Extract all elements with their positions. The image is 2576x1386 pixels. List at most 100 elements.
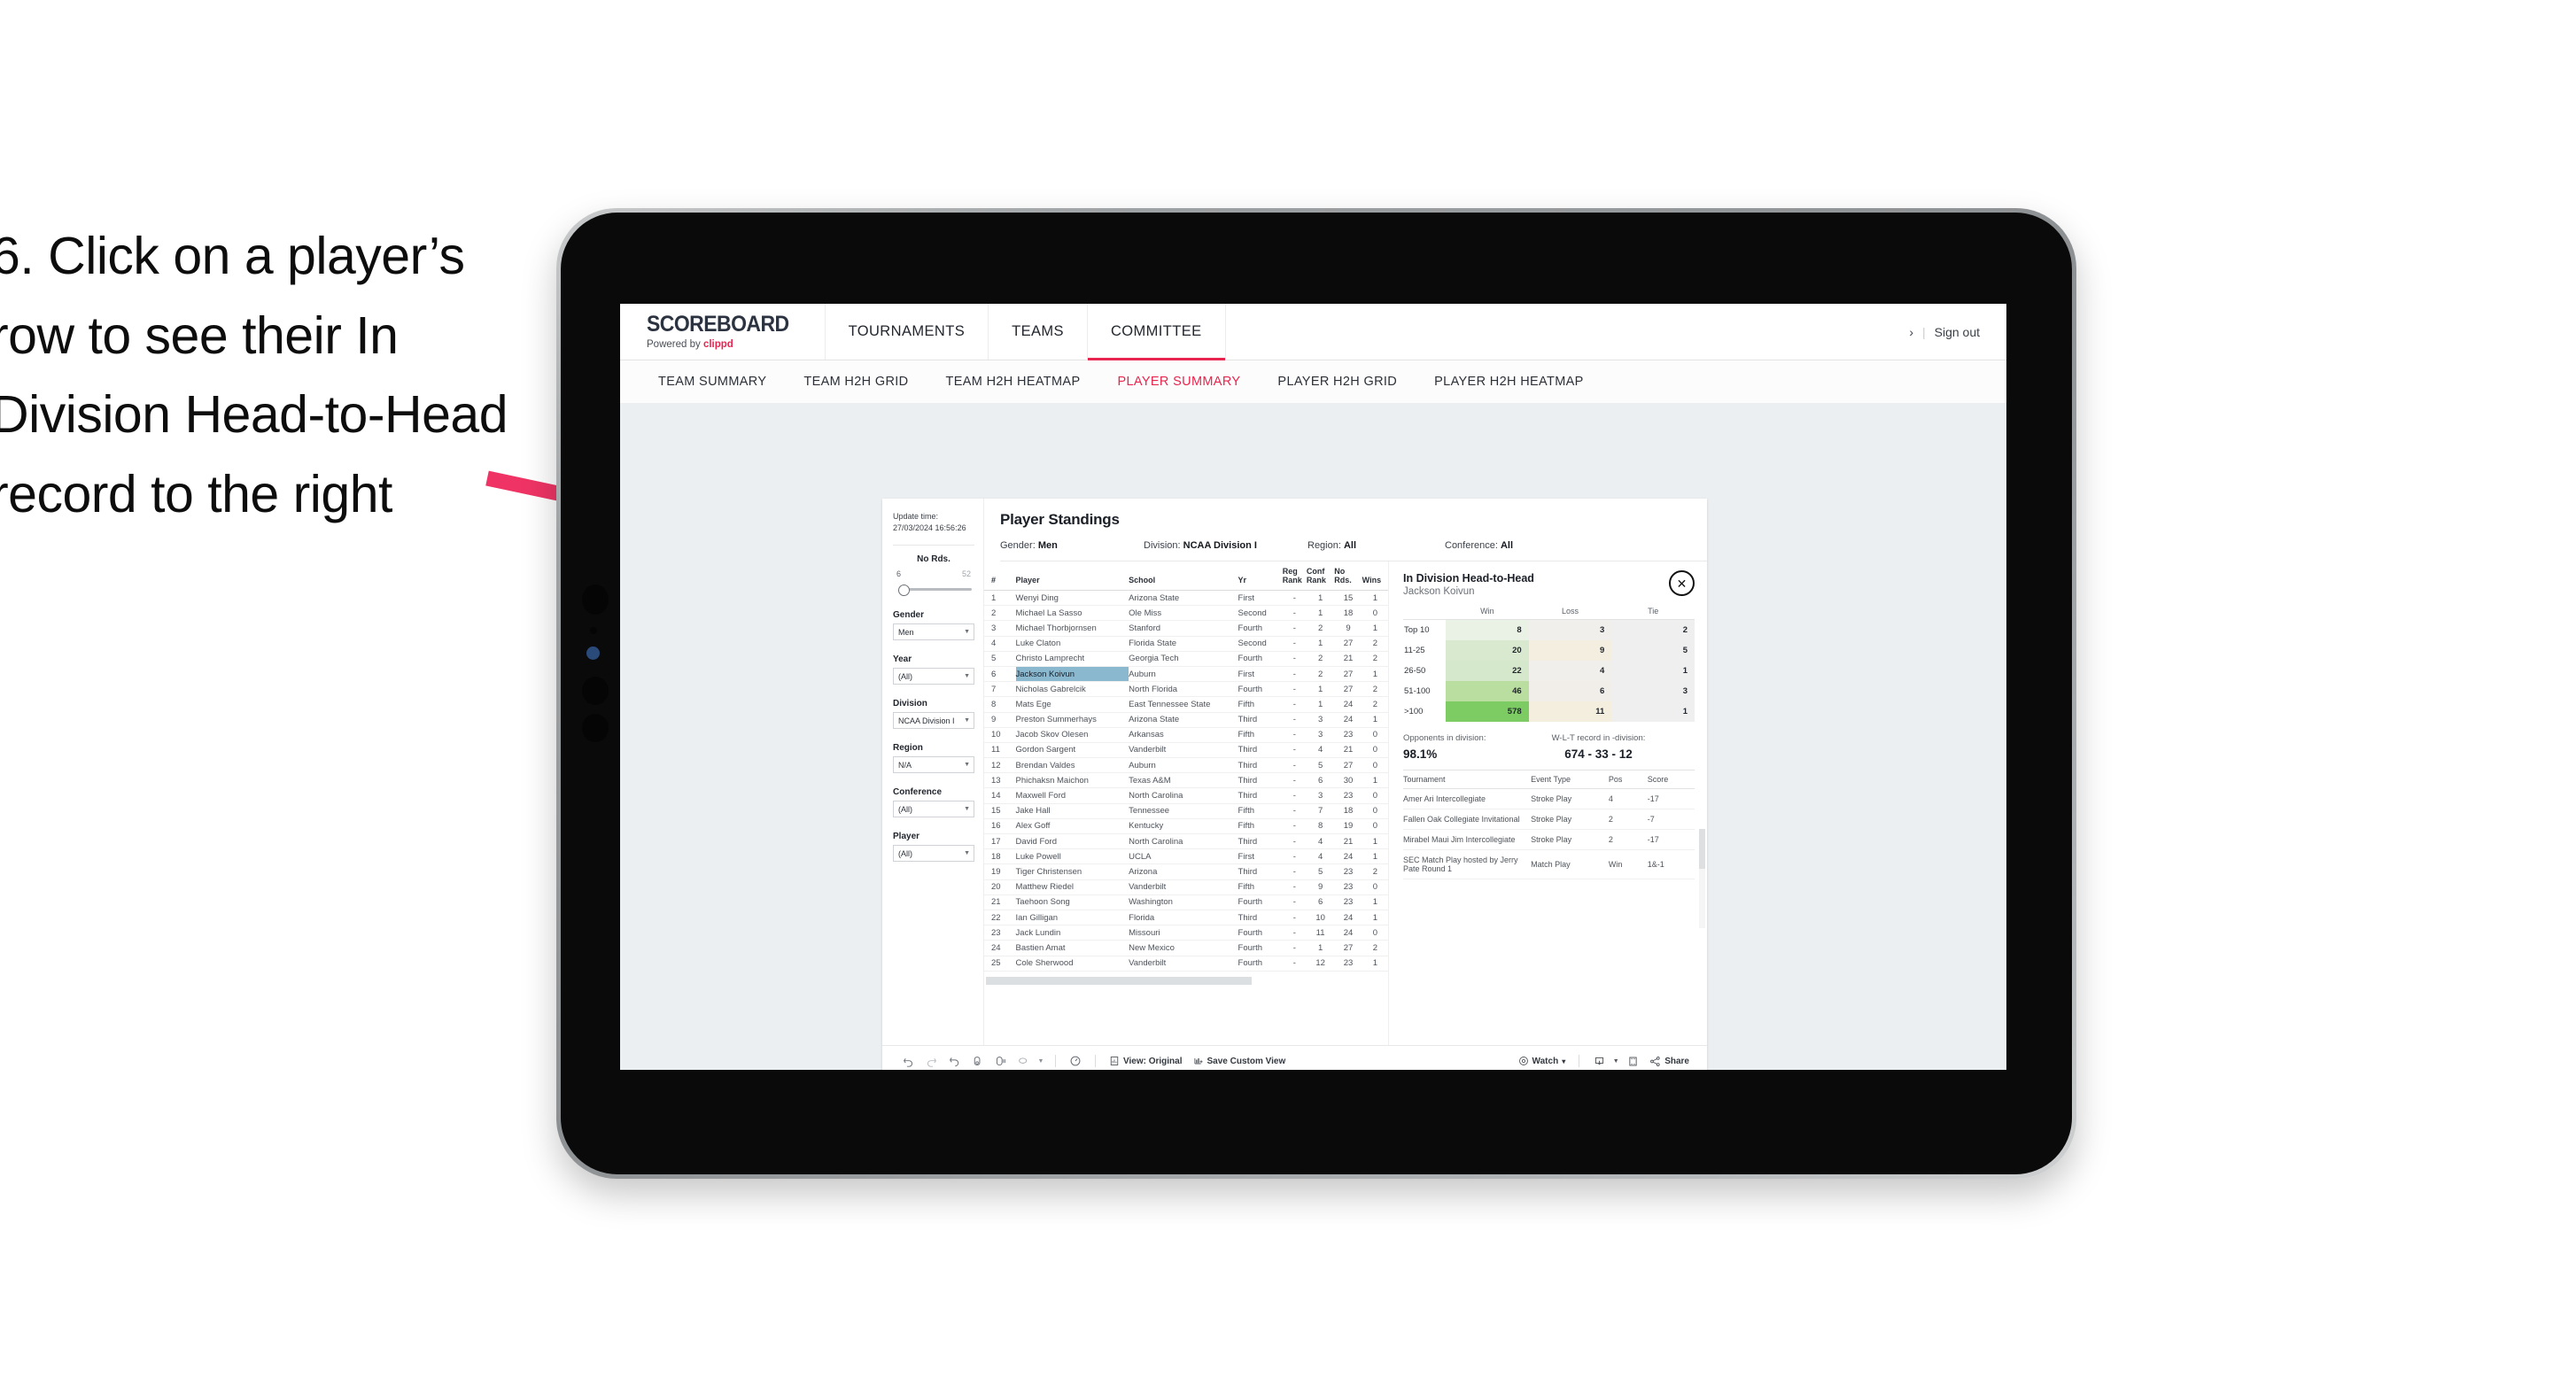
table-row[interactable]: 11 Gordon Sargent Vanderbilt Third -4 21 0	[984, 742, 1388, 759]
standings-cell-conf-rank: 6	[1306, 894, 1335, 910]
horizontal-scrollbar-thumb[interactable]	[986, 976, 1252, 985]
table-row[interactable]: 23 Jack Lundin Missouri Fourth -11 24 0	[984, 925, 1388, 941]
download-caret-icon[interactable]: ▼	[1610, 1058, 1621, 1065]
table-row[interactable]: 9 Preston Summerhays Arizona State Third -3 2…	[984, 712, 1388, 728]
col-rank[interactable]: #	[984, 561, 1016, 591]
tab-team-h2h-grid[interactable]: TEAM H2H GRID	[785, 375, 927, 389]
table-row[interactable]: 24 Bastien Amat New Mexico Fourth -1 27 2	[984, 940, 1388, 956]
table-row[interactable]: 18 Luke Powell UCLA First -4 24 1	[984, 848, 1388, 865]
nav-tournaments[interactable]: TOURNAMENTS	[824, 304, 989, 360]
standings-cell-reg-rank: -	[1282, 925, 1307, 941]
tournament-row[interactable]: Fallen Oak Collegiate Invitational Stroke…	[1403, 809, 1695, 830]
standings-cell-player: Gordon Sargent	[1015, 742, 1129, 759]
col-reg-rank[interactable]: Reg Rank	[1282, 561, 1307, 591]
standings-cell-rank: 2	[984, 605, 1016, 622]
tournament-row[interactable]: Mirabel Maui Jim Intercollegiate Stroke P…	[1403, 829, 1695, 850]
tab-player-h2h-heatmap[interactable]: PLAYER H2H HEATMAP	[1416, 375, 1602, 389]
filter-conference-select[interactable]: (All) ▼	[893, 801, 974, 818]
horizontal-scrollbar[interactable]	[984, 976, 1388, 985]
standings-cell-reg-rank: -	[1282, 894, 1307, 910]
standings-cell-yr: Fifth	[1238, 696, 1283, 713]
table-row[interactable]: 3 Michael Thorbjornsen Stanford Fourth -2 9 1	[984, 620, 1388, 637]
tournament-row[interactable]: SEC Match Play hosted by Jerry Pate Roun…	[1403, 849, 1695, 879]
table-row[interactable]: 19 Tiger Christensen Arizona Third -5 23 2	[984, 863, 1388, 880]
col-no-rds[interactable]: No Rds.	[1334, 561, 1362, 591]
meta-gender-value: Men	[1037, 540, 1058, 551]
table-row[interactable]: 21 Taehoon Song Washington Fourth -6 23 1	[984, 894, 1388, 910]
col-yr[interactable]: Yr	[1238, 561, 1283, 591]
slider-handle[interactable]	[898, 585, 910, 597]
no-rounds-slider[interactable]: No Rds. 6 52	[893, 554, 974, 597]
table-row[interactable]: 14 Maxwell Ford North Carolina Third -3 23 0	[984, 787, 1388, 804]
close-icon[interactable]: ✕	[1669, 570, 1695, 596]
table-row[interactable]: 10 Jacob Skov Olesen Arkansas Fifth -3 23 0	[984, 727, 1388, 743]
table-row[interactable]: 1 Wenyi Ding Arizona State First -1 15 1	[984, 590, 1388, 607]
standings-cell-wins: 0	[1362, 803, 1388, 819]
tab-team-h2h-heatmap[interactable]: TEAM H2H HEATMAP	[927, 375, 1099, 389]
h2h-cell-win: 578	[1446, 701, 1529, 722]
pan-zoom-icon[interactable]	[1064, 1055, 1087, 1067]
filter-year-select[interactable]: (All) ▼	[893, 668, 974, 685]
redo-icon[interactable]	[919, 1056, 943, 1067]
col-conf-rank[interactable]: Conf Rank	[1306, 561, 1335, 591]
share-button[interactable]: Share	[1644, 1056, 1695, 1067]
col-wins[interactable]: Wins	[1362, 561, 1388, 591]
refresh-data-icon[interactable]	[966, 1056, 989, 1067]
slider-line	[904, 588, 972, 592]
meta-division-key: Division:	[1144, 540, 1183, 551]
table-row[interactable]: 2 Michael La Sasso Ole Miss Second -1 18 0	[984, 605, 1388, 622]
col-player[interactable]: Player	[1015, 561, 1129, 591]
slider-track[interactable]	[896, 582, 972, 597]
standings-cell-yr: Fourth	[1238, 681, 1283, 698]
sign-out-link[interactable]: Sign out	[1935, 325, 1980, 339]
select-dropdown-caret-icon[interactable]: ▼	[1035, 1058, 1047, 1065]
table-row[interactable]: 13 Phichaksn Maichon Texas A&M Third -6 30 1	[984, 772, 1388, 789]
col-school[interactable]: School	[1129, 561, 1238, 591]
filter-region-select[interactable]: N/A ▼	[893, 756, 974, 774]
h2h-tbody: Top 10 8 3 2 11-25 20 9 5 26-50 22 4 1 51-100 46 6 3 >10…	[1403, 619, 1695, 722]
filter-gender-select[interactable]: Men ▼	[893, 623, 974, 641]
save-custom-view-button[interactable]: Save Custom View	[1188, 1056, 1292, 1066]
h2h-row: 51-100 46 6 3	[1403, 681, 1695, 701]
brand-logo[interactable]: SCOREBOARD Powered by clippd	[620, 304, 825, 360]
standings-cell-no-rds: 21	[1334, 833, 1362, 850]
filter-player-select[interactable]: (All) ▼	[893, 845, 974, 863]
table-row[interactable]: 16 Alex Goff Kentucky Fifth -8 19 0	[984, 818, 1388, 835]
table-row[interactable]: 4 Luke Claton Florida State Second -1 27 2	[984, 636, 1388, 652]
table-row[interactable]: 20 Matthew Riedel Vanderbilt Fifth -9 23 0	[984, 879, 1388, 895]
table-row[interactable]: 22 Ian Gilligan Florida Third -10 24 1	[984, 910, 1388, 926]
view-original-button[interactable]: View: Original	[1104, 1056, 1188, 1066]
standings-cell-no-rds: 21	[1334, 651, 1362, 667]
table-row[interactable]: 5 Christo Lamprecht Georgia Tech Fourth -2 21…	[984, 651, 1388, 667]
chevron-down-icon: ▼	[964, 806, 970, 813]
meta-gender-key: Gender:	[1000, 540, 1038, 551]
nav-committee[interactable]: COMMITTEE	[1086, 304, 1226, 360]
table-row[interactable]: 17 David Ford North Carolina Third -4 21 1	[984, 833, 1388, 850]
standings-cell-yr: Fourth	[1238, 956, 1283, 972]
filter-division: Division NCAA Division I ▼	[893, 699, 974, 730]
undo-icon[interactable]	[896, 1056, 919, 1067]
fullscreen-icon[interactable]	[1621, 1056, 1644, 1067]
detail-vertical-scrollbar-thumb[interactable]	[1699, 829, 1705, 869]
table-row[interactable]: 6 Jackson Koivun Auburn First -2 27 1	[984, 666, 1388, 683]
download-icon[interactable]	[1587, 1056, 1610, 1067]
tab-player-h2h-grid[interactable]: PLAYER H2H GRID	[1259, 375, 1416, 389]
tab-player-summary[interactable]: PLAYER SUMMARY	[1098, 375, 1259, 389]
filter-division-select[interactable]: NCAA Division I ▼	[893, 712, 974, 730]
standings-cell-conf-rank: 10	[1306, 910, 1335, 926]
table-row[interactable]: 25 Cole Sherwood Vanderbilt Fourth -12 23 1	[984, 956, 1388, 972]
table-row[interactable]: 8 Mats Ege East Tennessee State Fifth -1 24 2	[984, 696, 1388, 713]
watch-button[interactable]: Watch ▾	[1513, 1056, 1571, 1066]
table-row[interactable]: 12 Brendan Valdes Auburn Third -5 27 0	[984, 757, 1388, 774]
nav-teams[interactable]: TEAMS	[988, 304, 1087, 360]
lasso-select-icon[interactable]	[1012, 1056, 1035, 1067]
revert-icon[interactable]	[943, 1056, 966, 1067]
table-row[interactable]: 7 Nicholas Gabrelcik North Florida Fourth -1…	[984, 681, 1388, 698]
tab-team-summary[interactable]: TEAM SUMMARY	[640, 375, 785, 389]
table-row[interactable]: 15 Jake Hall Tennessee Fifth -7 18 0	[984, 803, 1388, 819]
detail-vertical-scrollbar[interactable]	[1699, 829, 1705, 928]
tournament-row[interactable]: Amer Ari Intercollegiate Stroke Play 4 -17	[1403, 788, 1695, 809]
pause-data-icon[interactable]	[989, 1056, 1012, 1067]
meta-region: Region: All	[1307, 540, 1445, 551]
account-chevron-icon[interactable]: ›	[1909, 325, 1913, 339]
